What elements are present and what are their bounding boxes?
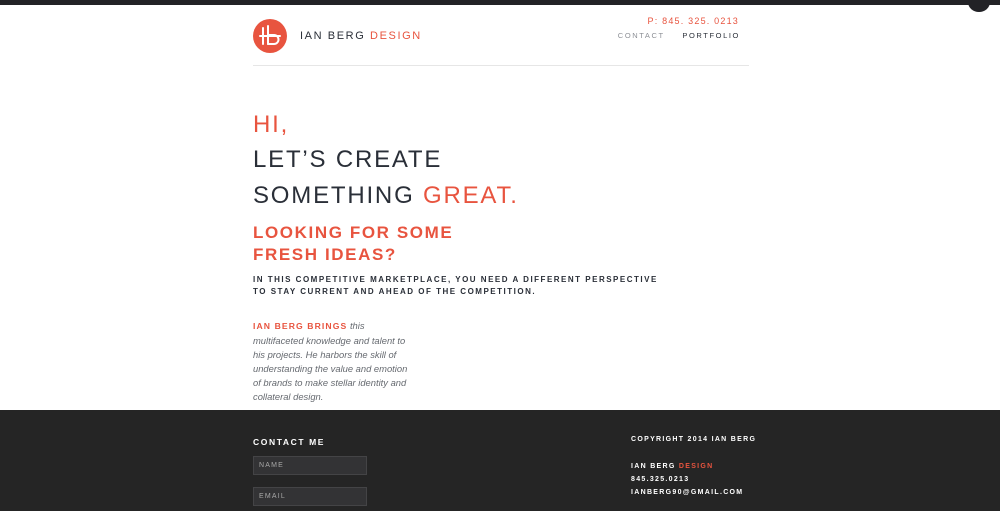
hero-headline-accent: GREAT. xyxy=(423,182,519,210)
brand-wordmark[interactable]: IAN BERG DESIGN xyxy=(300,30,422,42)
hero-greeting: HI, xyxy=(253,111,290,139)
hero-headline-line2: LET’S CREATE xyxy=(253,146,443,174)
footer-email-link[interactable]: IANBERG90@GMAIL.COM xyxy=(631,489,743,496)
hero-subheading-line2: FRESH IDEAS? xyxy=(253,245,397,265)
site-footer: CONTACT ME COPYRIGHT 2014 IAN BERG IAN B… xyxy=(0,410,1000,511)
brand-suffix: DESIGN xyxy=(370,30,422,42)
header-divider xyxy=(253,65,749,66)
footer-brand: IAN BERG DESIGN xyxy=(631,463,714,470)
nav-contact-link[interactable]: CONTACT xyxy=(618,31,665,40)
bio-paragraph: IAN BERG BRINGS this multifaceted knowle… xyxy=(253,319,411,404)
footer-brand-suffix: DESIGN xyxy=(678,463,714,470)
contact-title: CONTACT ME xyxy=(253,437,326,447)
logo-icon[interactable] xyxy=(253,19,287,53)
bio-lead: IAN BERG BRINGS xyxy=(253,321,348,332)
footer-brand-name: IAN BERG xyxy=(631,463,676,470)
site-header: IAN BERG DESIGN P: 845. 325. 0213 CONTAC… xyxy=(253,0,749,66)
name-input[interactable] xyxy=(253,456,367,475)
brand-name: IAN BERG xyxy=(300,30,366,42)
bio-text: this multifaceted knowledge and talent t… xyxy=(253,320,408,403)
email-input[interactable] xyxy=(253,487,367,506)
main-nav: CONTACT PORTFOLIO xyxy=(618,31,740,40)
copyright-text: COPYRIGHT 2014 IAN BERG xyxy=(631,436,757,443)
hero-headline-line3: SOMETHING GREAT. xyxy=(253,184,519,208)
corner-circle[interactable] xyxy=(968,0,990,12)
nav-portfolio-link[interactable]: PORTFOLIO xyxy=(682,31,740,40)
footer-phone: 845.325.0213 xyxy=(631,476,690,483)
header-phone: P: 845. 325. 0213 xyxy=(647,16,739,26)
hero-subheading-line1: LOOKING FOR SOME xyxy=(253,223,454,243)
hero-lede: IN THIS COMPETITIVE MARKETPLACE, YOU NEE… xyxy=(253,275,658,296)
hero-headline-main: SOMETHING xyxy=(253,182,415,210)
